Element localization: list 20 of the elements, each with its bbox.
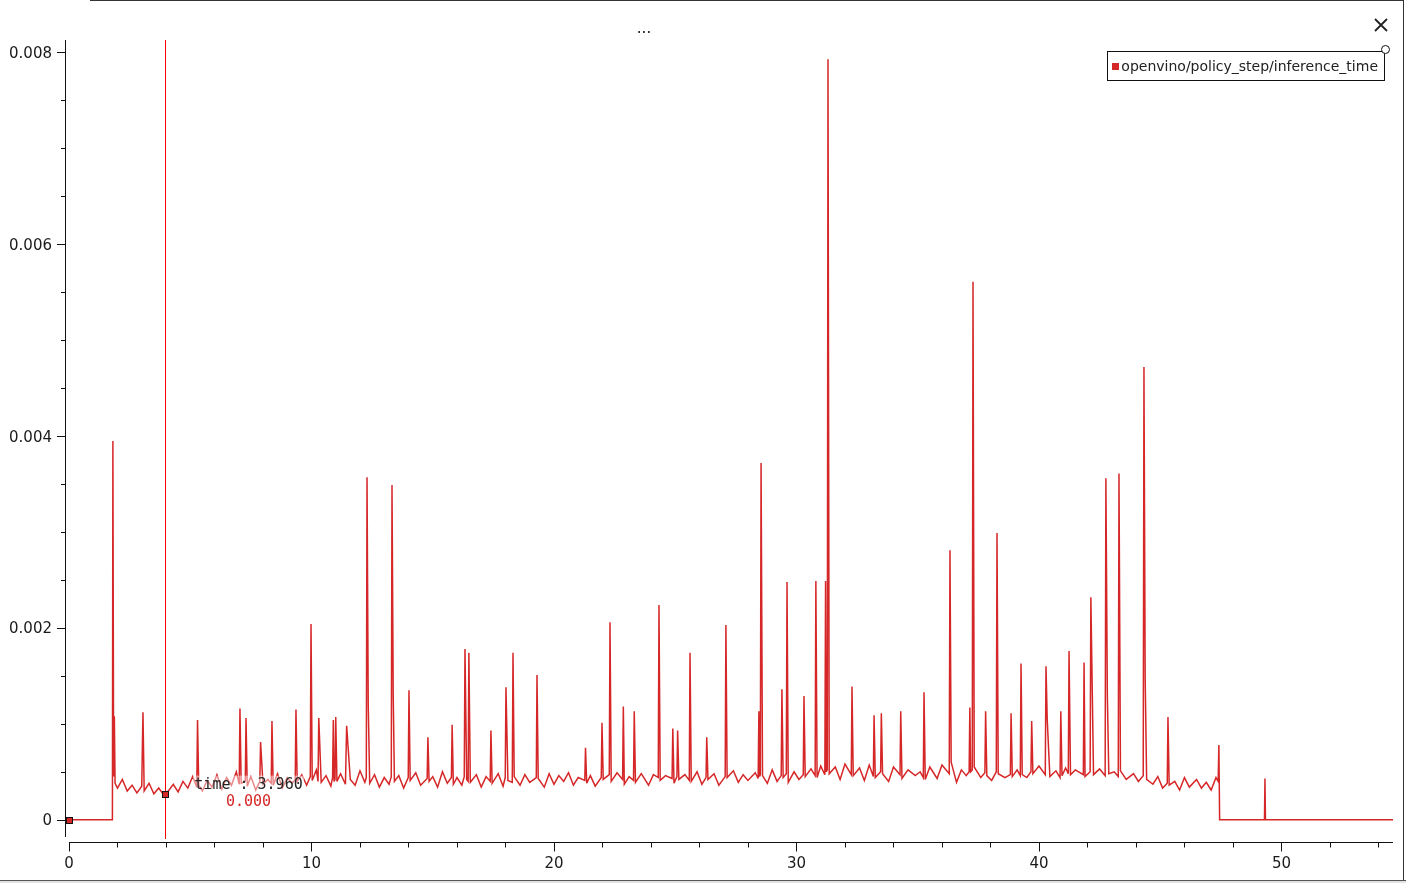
x-tick-label: 0 xyxy=(64,854,74,872)
y-tick-label: 0 xyxy=(42,811,52,830)
legend-label[interactable]: openvino/policy_step/inference_time xyxy=(1121,56,1378,76)
x-tick-label: 30 xyxy=(786,854,806,872)
legend-handle-icon[interactable] xyxy=(1381,45,1390,54)
close-icon[interactable] xyxy=(1374,18,1388,32)
tracker-line[interactable] xyxy=(165,39,166,840)
tracker-time-label: time : 3.960 xyxy=(194,774,303,793)
y-tick-label: 0.002 xyxy=(9,619,52,638)
x-tick-label: 10 xyxy=(301,854,322,872)
y-tick-label: 0.006 xyxy=(9,235,52,254)
tracker-value-label: 0.000 xyxy=(225,791,272,810)
x-tick-label: 40 xyxy=(1029,854,1049,872)
x-tick-label: 20 xyxy=(544,854,564,872)
point-marker-icon xyxy=(66,817,73,824)
y-tick-label: 0.008 xyxy=(9,43,52,62)
x-tick-label: 50 xyxy=(1271,854,1291,872)
point-marker-icon xyxy=(162,791,169,798)
y-tick-label: 0.004 xyxy=(9,427,52,446)
plot-title: ... xyxy=(636,19,652,37)
